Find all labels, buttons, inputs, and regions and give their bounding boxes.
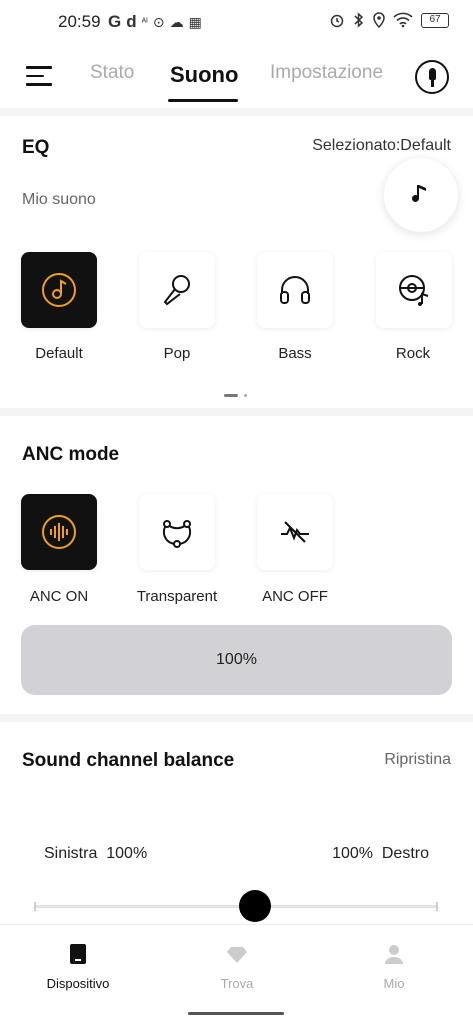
anc-level-bar[interactable]: 100% [21,625,452,695]
bluetooth-icon [354,12,364,28]
location-icon [373,12,385,28]
status-time: 20:59 [58,12,101,31]
anc-mode-off[interactable] [257,494,333,570]
status-bar: 20:59 G d ᴬᴵ ⊙ ☁ ▦ 67 [0,0,473,46]
app-ai-icon: ᴬᴵ [141,16,148,28]
top-nav: Stato Suono Impostazione [0,46,473,108]
notification-icons: G d ᴬᴵ ⊙ ☁ ▦ [108,12,202,32]
microphone-icon [163,275,190,306]
headphones-icon [280,276,310,304]
section-divider [0,408,473,416]
earbud-device-icon[interactable] [415,60,449,94]
system-icons: 67 [329,12,449,28]
eq-preset-label: Bass [278,345,312,362]
eq-preset-default[interactable] [21,252,97,328]
battery-icon: 67 [421,12,449,28]
eq-preset-rock[interactable] [376,252,452,328]
eq-pager [224,394,247,397]
alarm-icon [330,14,344,28]
anc-mode-label: ANC ON [29,588,89,605]
section-divider [0,714,473,722]
soundwave-icon [42,515,76,549]
eq-title: EQ [22,137,50,158]
eq-preset-pop[interactable] [139,252,215,328]
diamond-icon [227,947,247,963]
anc-mode-on[interactable] [21,494,97,570]
music-note-icon[interactable] [384,158,458,232]
person-icon [385,945,403,964]
app-d-icon: d [126,12,137,31]
eq-preset-label: Pop [163,345,191,362]
anc-level-value: 100% [216,651,257,668]
anc-mode-label: ANC OFF [262,588,328,605]
eq-preset-bass[interactable] [257,252,333,328]
tab-stato[interactable]: Stato [90,62,134,84]
media-icon: ⊙ [152,13,165,30]
section-divider [0,108,473,116]
bottom-nav: Dispositivo Trova Mio [0,924,473,1024]
left-channel-label: Sinistra 100% [44,845,148,862]
vinyl-music-icon [399,275,429,306]
anc-title: ANC mode [22,444,120,465]
reset-button[interactable]: Ripristina [384,751,451,769]
disc-music-icon [42,273,76,307]
balance-slider-thumb[interactable] [239,890,271,922]
home-indicator[interactable] [188,1012,284,1015]
tab-suono[interactable]: Suono [170,62,238,88]
balance-title: Sound channel balance [22,750,235,771]
cloud-icon: ☁ [169,13,184,30]
anc-mode-label: Transparent [136,588,218,605]
eq-selected-label: Selezionato:Default [312,137,451,154]
eq-preset-label: Default [35,345,83,362]
nav-dispositivo[interactable]: Dispositivo [28,943,128,991]
my-sound-link[interactable]: Mio suono [22,191,96,209]
balance-slider-track[interactable] [34,902,438,911]
calendar-icon: ▦ [188,13,202,30]
transparent-icon [162,520,192,548]
anc-off-icon [281,521,309,543]
device-icon [70,944,86,964]
active-tab-indicator [168,99,238,102]
menu-icon[interactable] [26,66,52,88]
nav-trova[interactable]: Trova [187,943,287,991]
nav-mio[interactable]: Mio [344,943,444,991]
wifi-icon [393,12,413,28]
eq-preset-label: Rock [395,345,431,362]
anc-mode-transparent[interactable] [139,494,215,570]
google-icon: G [108,12,122,31]
tab-impostazione[interactable]: Impostazione [270,62,383,84]
right-channel-label: 100% Destro [332,845,429,862]
